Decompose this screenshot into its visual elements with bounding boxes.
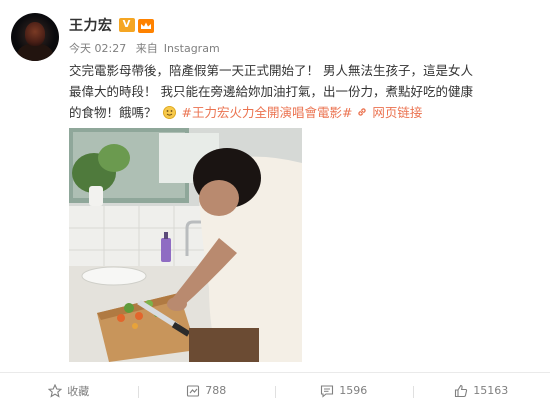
post-source[interactable]: Instagram [164, 42, 220, 55]
link-icon [356, 105, 372, 120]
avatar-face [25, 22, 45, 46]
post-time[interactable]: 今天 02:27 [69, 42, 126, 55]
post-photo[interactable] [69, 128, 302, 362]
post-meta: 今天 02:27 来自 Instagram [69, 40, 226, 56]
author-row: 王力宏 V [69, 16, 154, 34]
favorite-label: 收藏 [67, 383, 89, 399]
star-icon [48, 384, 62, 398]
verified-badge-icon: V [119, 18, 135, 32]
like-button[interactable]: 15163 [413, 384, 550, 398]
web-link-label: 网页链接 [372, 105, 422, 120]
favorite-button[interactable]: 收藏 [0, 383, 138, 399]
like-count: 15163 [473, 384, 508, 397]
repost-button[interactable]: 788 [138, 384, 276, 398]
comment-count: 1596 [339, 384, 367, 397]
repost-count: 788 [205, 384, 226, 397]
web-link[interactable]: 网页链接 [356, 105, 422, 120]
repost-icon [186, 384, 200, 398]
action-bar: 收藏 788 1596 15163 [0, 372, 550, 408]
comment-icon [320, 384, 334, 398]
thumbs-up-icon [454, 384, 468, 398]
smile-emoji-icon [163, 106, 176, 119]
member-crown-icon [138, 18, 154, 32]
author-avatar[interactable] [11, 13, 59, 61]
topic-link[interactable]: #王力宏火力全開演唱會電影# [181, 105, 352, 120]
post-text: 交完電影母帶後，陪產假第一天正式開始了！ 男人無法生孩子，這是女人最偉大的時段！… [69, 60, 479, 123]
post-source-prefix: 来自 [136, 42, 158, 55]
comment-button[interactable]: 1596 [275, 384, 413, 398]
author-name[interactable]: 王力宏 [69, 15, 113, 35]
